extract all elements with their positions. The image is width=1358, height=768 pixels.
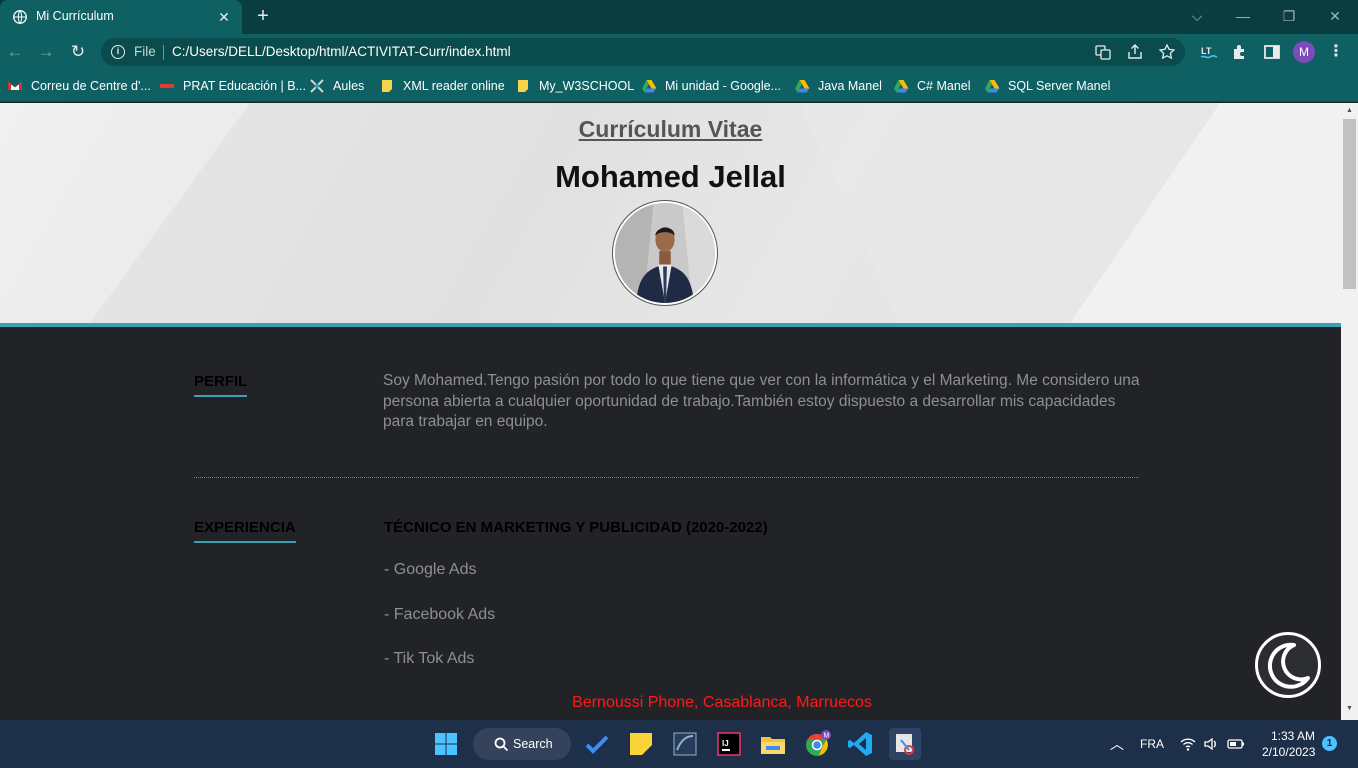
list-item: - Facebook Ads [384, 606, 496, 623]
menu-kebab-icon[interactable]: ⋮ [1325, 41, 1347, 63]
translate-icon[interactable] [1094, 43, 1112, 61]
dark-mode-toggle-button[interactable] [1255, 632, 1321, 698]
clock-date[interactable]: 2/10/2023 [1262, 745, 1315, 759]
bookmarks-bar: Correu de Centre d'... PRAT Educación | … [0, 70, 1358, 102]
forward-button[interactable]: → [34, 40, 58, 64]
chrome-icon[interactable]: M [801, 728, 833, 760]
search-icon [494, 737, 509, 752]
reload-button[interactable]: ↻ [66, 40, 90, 64]
share-icon[interactable] [1126, 43, 1144, 61]
drive-icon [985, 80, 1000, 93]
address-text: Bernoussi Phone, Casablanca, Marruecos [572, 694, 872, 711]
windows-taskbar: Search IJ M ︿ FRA 1:33 AM 2/10/2023 1 [0, 720, 1358, 768]
bookmark-item[interactable]: Java Manel [794, 76, 882, 96]
list-item: - Google Ads [384, 561, 477, 578]
file-explorer-icon[interactable] [757, 728, 789, 760]
note-icon [518, 80, 528, 92]
profile-photo [613, 201, 717, 305]
svg-text:M: M [824, 733, 830, 740]
volume-icon[interactable] [1203, 736, 1219, 752]
bookmark-item[interactable]: My_W3SCHOOL [515, 76, 634, 96]
taskbar-search-button[interactable]: Search [473, 728, 571, 760]
tab-strip: Mi Currículum ✕ + ⌵ — ❐ ✕ [0, 0, 1358, 34]
todo-app-icon[interactable] [581, 728, 613, 760]
search-label: Search [513, 737, 553, 751]
svg-text:IJ: IJ [722, 739, 729, 748]
scrollbar-thumb[interactable] [1343, 119, 1356, 289]
moon-icon [1267, 642, 1310, 689]
profile-description: Soy Mohamed.Tengo pasión por todo lo que… [383, 372, 1140, 430]
extensions-puzzle-icon[interactable] [1229, 41, 1251, 63]
scheme-label: File [134, 44, 156, 59]
restore-button[interactable]: ❐ [1277, 5, 1301, 27]
gmail-icon [8, 82, 22, 90]
scroll-down-arrow-icon[interactable]: ▼ [1341, 705, 1358, 715]
sticky-notes-icon[interactable] [625, 728, 657, 760]
bookmark-item[interactable]: Correu de Centre d'... [7, 76, 151, 96]
tab-search-icon[interactable]: ⌵ [1185, 5, 1209, 27]
section-heading-experience: EXPERIENCIA [194, 519, 296, 543]
section-heading-profile: PERFIL [194, 373, 248, 397]
section-divider [194, 477, 1139, 478]
minimize-button[interactable]: — [1231, 5, 1255, 27]
tray-overflow-chevron-icon[interactable]: ︿ [1110, 734, 1124, 754]
bookmark-item[interactable]: SQL Server Manel [984, 76, 1110, 96]
wifi-icon[interactable] [1180, 736, 1196, 752]
page-title: Currículum Vitae [578, 116, 763, 142]
back-button[interactable]: ← [3, 40, 27, 64]
job-title: TÉCNICO EN MARKETING Y PUBLICIDAD (2020-… [384, 519, 768, 536]
battery-icon[interactable] [1227, 736, 1245, 752]
bookmark-item[interactable]: Aules [309, 76, 364, 96]
notification-badge[interactable]: 1 [1322, 736, 1337, 751]
side-panel-icon[interactable] [1261, 41, 1283, 63]
bookmark-item[interactable]: C# Manel [893, 76, 971, 96]
person-name: Mohamed Jellal [555, 159, 786, 194]
list-item: - Tik Tok Ads [384, 650, 475, 667]
url-text[interactable]: C:/Users/DELL/Desktop/html/ACTIVITAT-Cur… [172, 44, 511, 59]
note-icon [382, 80, 392, 92]
globe-icon [13, 10, 27, 24]
aules-icon [310, 79, 324, 93]
new-tab-button[interactable]: + [252, 5, 274, 27]
scroll-up-arrow-icon[interactable]: ▲ [1341, 107, 1358, 117]
bookmark-item[interactable]: Mi unidad - Google... [641, 76, 781, 96]
input-language-indicator[interactable]: FRA [1140, 737, 1164, 751]
profile-avatar[interactable]: M [1293, 41, 1315, 63]
snipping-tool-icon[interactable] [889, 728, 921, 760]
page-viewport[interactable]: Currículum Vitae Mohamed Jellal PERFIL S… [0, 103, 1341, 720]
bookmark-item[interactable]: XML reader online [379, 76, 505, 96]
drive-icon [795, 80, 810, 93]
omnibox-separator [163, 45, 164, 60]
drive-icon [894, 80, 909, 93]
sql-server-management-icon[interactable] [669, 728, 701, 760]
prat-icon [160, 84, 174, 88]
vscode-icon[interactable] [845, 728, 877, 760]
tab-title: Mi Currículum [36, 9, 114, 23]
window-close-button[interactable]: ✕ [1323, 5, 1347, 27]
intellij-idea-icon[interactable]: IJ [713, 728, 745, 760]
vertical-scrollbar[interactable]: ▲ ▼ [1341, 103, 1358, 720]
info-icon[interactable]: i [111, 45, 125, 59]
bookmark-star-icon[interactable] [1158, 43, 1176, 61]
cv-header: Currículum Vitae Mohamed Jellal [0, 103, 1341, 327]
clock-time[interactable]: 1:33 AM [1271, 729, 1315, 743]
bookmark-item[interactable]: PRAT Educación | B... [159, 76, 306, 96]
svg-text:LT: LT [1201, 46, 1212, 56]
drive-icon [642, 80, 657, 93]
browser-tab[interactable]: Mi Currículum ✕ [0, 0, 242, 34]
browser-toolbar: ← → ↻ i File C:/Users/DELL/Desktop/html/… [0, 34, 1358, 70]
address-bar[interactable]: i File C:/Users/DELL/Desktop/html/ACTIVI… [101, 38, 1185, 66]
windows-start-icon[interactable] [430, 728, 462, 760]
close-icon[interactable]: ✕ [214, 7, 234, 27]
extension-lt-icon[interactable]: LT [1198, 41, 1220, 63]
